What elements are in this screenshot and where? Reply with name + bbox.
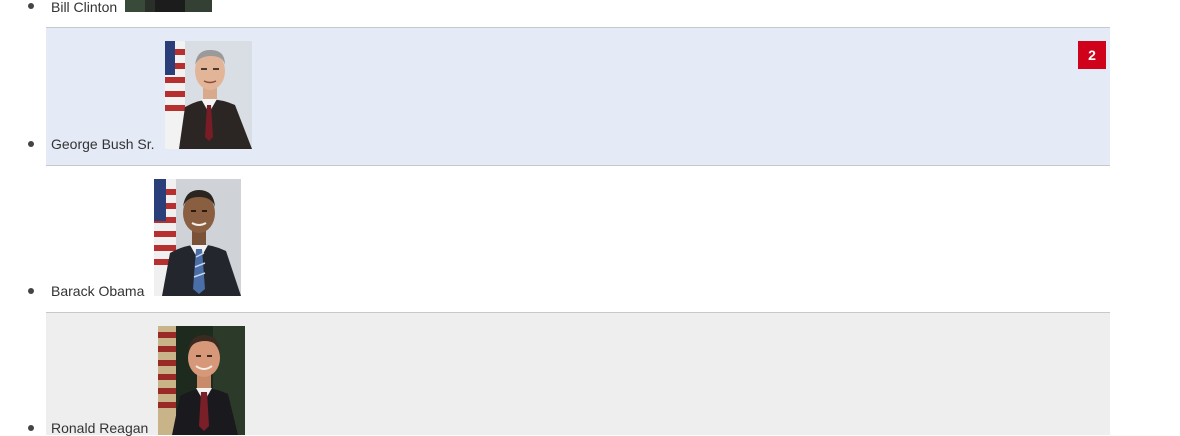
list-item[interactable]: Barack Obama — [28, 166, 1110, 313]
list-item[interactable]: George Bush Sr. 2 — [28, 28, 1110, 166]
president-list: Bill Clinton George Bush Sr. 2 Barack Ob… — [0, 0, 1180, 436]
president-name: Ronald Reagan — [51, 420, 149, 436]
president-name: George Bush Sr. — [51, 136, 155, 152]
list-bullet-icon — [28, 288, 34, 294]
president-name: Bill Clinton — [51, 0, 118, 15]
president-name: Barack Obama — [51, 283, 145, 299]
president-portrait — [165, 41, 252, 149]
list-bullet-icon — [28, 3, 34, 9]
president-portrait — [154, 179, 241, 296]
list-item[interactable]: Bill Clinton — [28, 0, 1110, 28]
notification-badge: 2 — [1078, 41, 1106, 69]
list-bullet-icon — [28, 425, 34, 431]
president-portrait — [125, 0, 212, 12]
list-bullet-icon — [28, 141, 34, 147]
list-item[interactable]: Ronald Reagan — [28, 313, 1110, 436]
president-portrait — [158, 326, 245, 435]
